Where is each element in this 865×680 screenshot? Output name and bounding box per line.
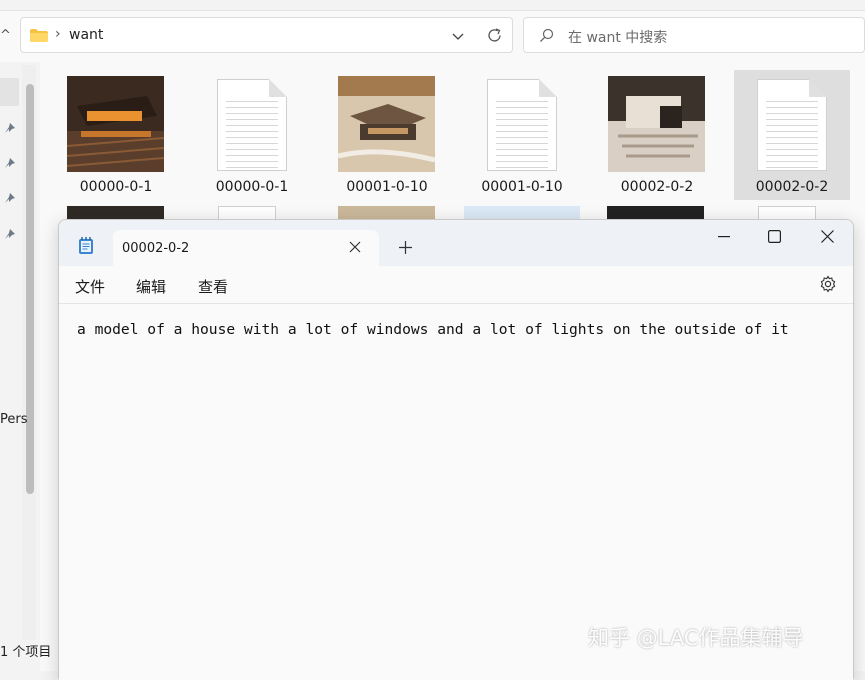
file-name: 00002-0-2 — [620, 179, 694, 195]
menu-file[interactable]: 文件 — [75, 276, 105, 297]
pin-icon[interactable] — [4, 157, 16, 169]
pin-icon[interactable] — [4, 228, 16, 240]
pin-icon[interactable] — [4, 122, 16, 134]
file-item[interactable]: 00001-0-10 — [464, 70, 580, 200]
menu-edit[interactable]: 编辑 — [136, 276, 166, 297]
file-name: 00001-0-10 — [346, 179, 428, 195]
image-thumbnail — [67, 76, 164, 172]
refresh-icon[interactable] — [486, 27, 503, 44]
maximize-icon[interactable] — [768, 230, 781, 243]
address-bar[interactable]: › want — [20, 17, 513, 53]
gear-icon[interactable] — [819, 275, 837, 293]
search-icon — [540, 28, 554, 42]
nav-selected-item[interactable] — [0, 78, 19, 106]
menu-view[interactable]: 查看 — [198, 276, 228, 297]
text-document-icon — [217, 79, 287, 171]
file-item[interactable]: 00000-0-1 — [194, 70, 310, 200]
up-arrow-icon[interactable]: ^ — [0, 28, 11, 43]
notepad-app-icon — [79, 237, 93, 254]
address-path[interactable]: want — [69, 27, 103, 43]
plus-icon[interactable] — [399, 241, 412, 254]
document-content[interactable]: a model of a house with a lot of windows… — [77, 321, 789, 338]
file-name: 00000-0-1 — [215, 179, 289, 195]
image-thumbnail — [608, 76, 705, 172]
file-item[interactable]: 00000-0-1 — [58, 70, 174, 200]
tab-document[interactable]: 00002-0-2 — [113, 230, 379, 266]
notepad-window: 00002-0-2 文件 编辑 查看 a model of a house wi… — [58, 219, 854, 680]
explorer-top-strip — [0, 0, 865, 11]
pin-icon[interactable] — [4, 192, 16, 204]
image-thumbnail — [338, 76, 435, 172]
nav-item-label[interactable]: Pers — [0, 412, 28, 427]
minimize-icon[interactable] — [718, 236, 730, 238]
folder-icon — [30, 29, 48, 42]
status-item-count: 1 个项目 — [0, 645, 52, 660]
chevron-right-icon: › — [55, 26, 61, 42]
text-document-icon — [487, 79, 557, 171]
file-item[interactable]: 00001-0-10 — [329, 70, 445, 200]
close-icon[interactable] — [821, 230, 834, 243]
file-name: 00001-0-10 — [481, 179, 563, 195]
tab-title: 00002-0-2 — [122, 241, 190, 256]
watermark-text: 知乎 @LAC作品集辅导 — [588, 626, 804, 650]
close-icon[interactable] — [349, 241, 361, 253]
file-name: 00002-0-2 — [755, 179, 829, 195]
search-box[interactable]: 在 want 中搜索 — [523, 17, 865, 53]
nav-scrollbar-thumb[interactable] — [26, 84, 34, 494]
notepad-menu-bar: 文件 编辑 查看 — [59, 266, 853, 304]
file-item-selected[interactable]: 00002-0-2 — [734, 70, 850, 200]
chevron-down-icon[interactable] — [451, 29, 465, 43]
notepad-title-bar[interactable]: 00002-0-2 — [59, 220, 853, 266]
text-document-icon — [757, 79, 827, 171]
search-placeholder[interactable]: 在 want 中搜索 — [568, 27, 667, 47]
file-name: 00000-0-1 — [79, 179, 153, 195]
file-item[interactable]: 00002-0-2 — [599, 70, 715, 200]
